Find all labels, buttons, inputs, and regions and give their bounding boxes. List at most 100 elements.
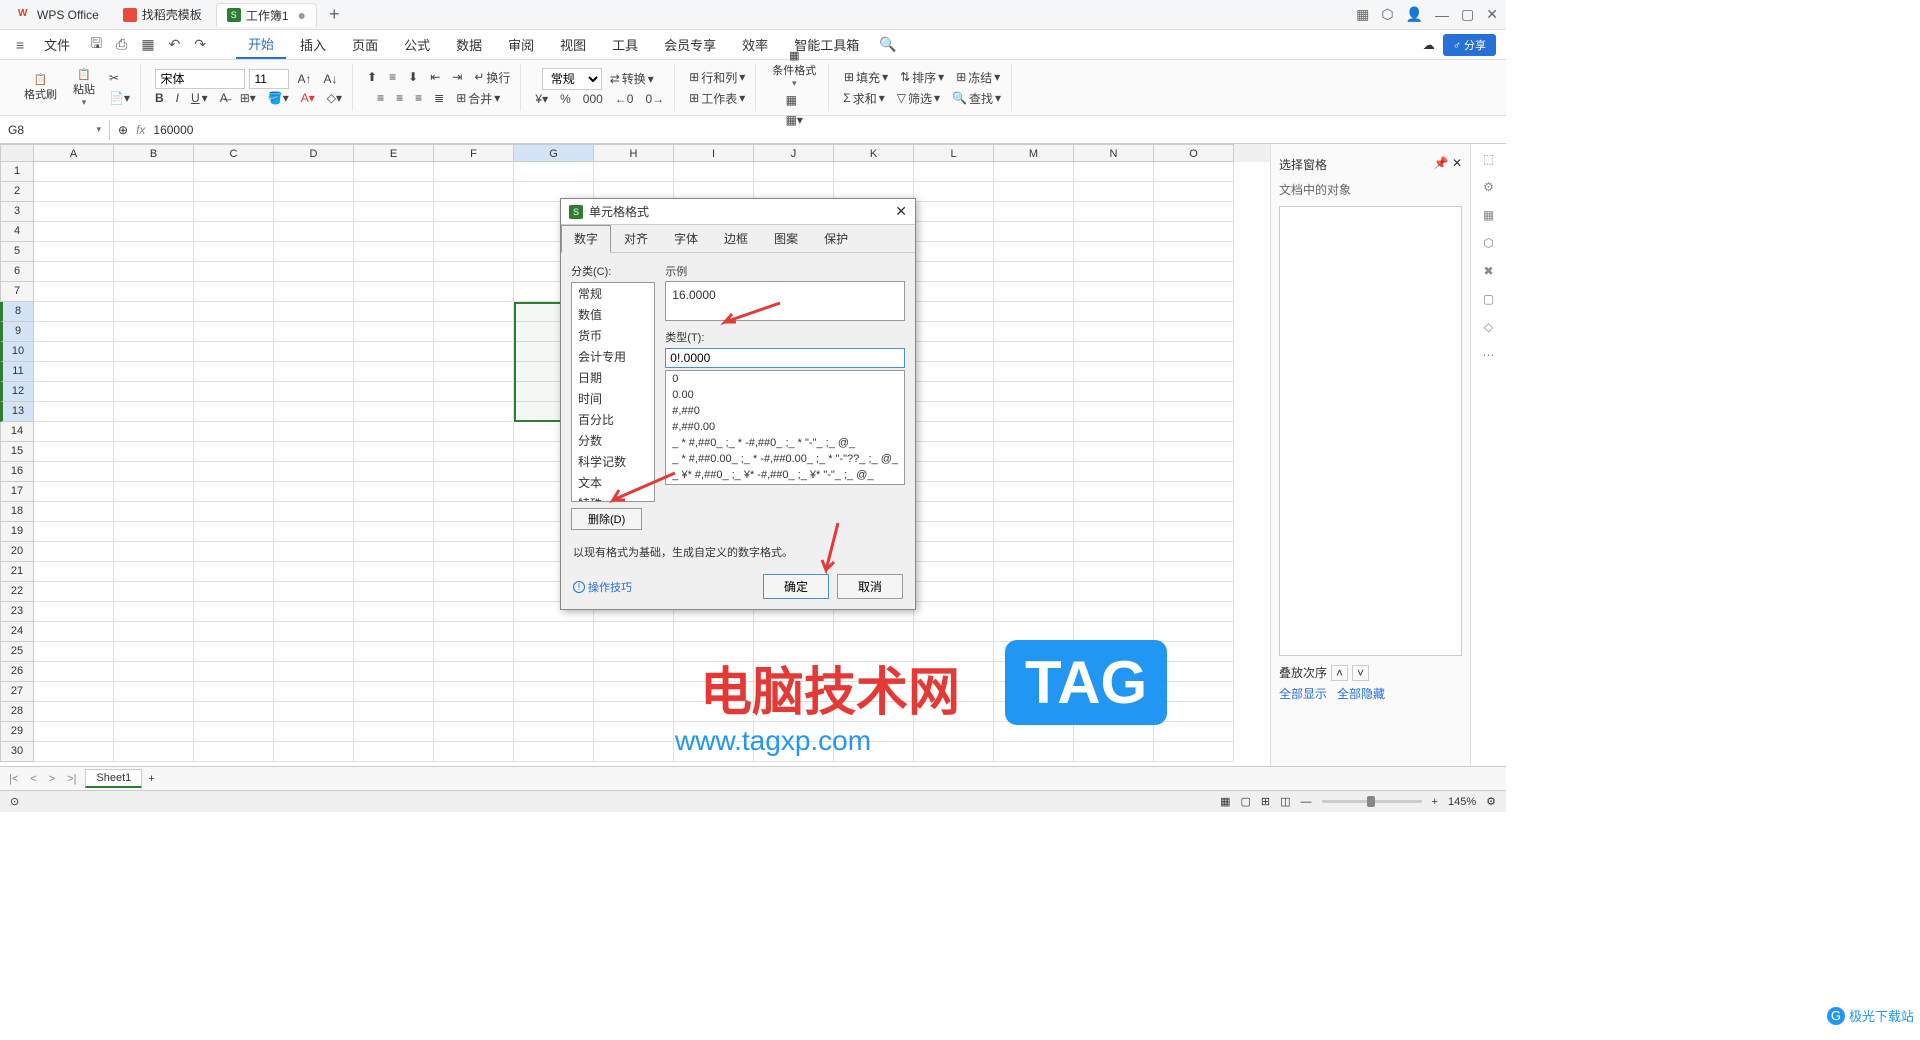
cell[interactable] [434, 562, 514, 582]
cell[interactable] [194, 162, 274, 182]
row-header[interactable]: 19 [0, 522, 34, 542]
cell[interactable] [34, 542, 114, 562]
menu-review[interactable]: 审阅 [496, 31, 546, 58]
cell[interactable] [34, 282, 114, 302]
cell[interactable] [594, 742, 674, 762]
category-item[interactable]: 货币 [572, 325, 654, 346]
cell[interactable] [434, 602, 514, 622]
cell[interactable] [1154, 742, 1234, 762]
merge-button[interactable]: ⊞ 合并▾ [452, 88, 504, 109]
col-header[interactable]: N [1074, 144, 1154, 162]
paste-button[interactable]: 📋粘贴▾ [67, 66, 101, 110]
category-item[interactable]: 会计专用 [572, 346, 654, 367]
cell[interactable] [1074, 542, 1154, 562]
cell[interactable] [114, 382, 194, 402]
cell[interactable] [274, 682, 354, 702]
cell[interactable] [274, 382, 354, 402]
cell[interactable] [114, 302, 194, 322]
cell[interactable] [354, 602, 434, 622]
cell[interactable] [1154, 462, 1234, 482]
cell[interactable] [1074, 322, 1154, 342]
col-header[interactable]: M [994, 144, 1074, 162]
cell[interactable] [114, 282, 194, 302]
cell[interactable] [594, 702, 674, 722]
cell[interactable] [594, 662, 674, 682]
cell[interactable] [114, 602, 194, 622]
cell[interactable] [914, 742, 994, 762]
cell[interactable] [1154, 502, 1234, 522]
cell[interactable] [754, 622, 834, 642]
row-header[interactable]: 14 [0, 422, 34, 442]
cell[interactable] [594, 642, 674, 662]
cell[interactable] [114, 522, 194, 542]
category-item[interactable]: 常规 [572, 283, 654, 304]
cell[interactable] [914, 382, 994, 402]
type-list-item[interactable]: _ * #,##0_ ;_ * -#,##0_ ;_ * "-"_ ;_ @_ [666, 435, 904, 451]
cell[interactable] [274, 562, 354, 582]
wrap-button[interactable]: ↵ 换行 [470, 67, 514, 88]
fx-icon[interactable]: fx [136, 123, 145, 137]
cell[interactable] [354, 482, 434, 502]
cell[interactable] [114, 182, 194, 202]
cell[interactable] [1074, 162, 1154, 182]
cell[interactable] [1074, 602, 1154, 622]
cell[interactable] [434, 202, 514, 222]
cell[interactable] [354, 622, 434, 642]
category-item[interactable]: 文本 [572, 472, 654, 493]
cell[interactable] [994, 242, 1074, 262]
row-header[interactable]: 2 [0, 182, 34, 202]
row-header[interactable]: 1 [0, 162, 34, 182]
cell[interactable] [994, 202, 1074, 222]
search-icon[interactable]: 🔍 [873, 32, 902, 57]
row-header[interactable]: 4 [0, 222, 34, 242]
col-header[interactable]: K [834, 144, 914, 162]
cell[interactable] [434, 282, 514, 302]
cell[interactable] [994, 402, 1074, 422]
dialog-close-icon[interactable]: ✕ [895, 203, 907, 220]
cell[interactable] [354, 162, 434, 182]
menu-view[interactable]: 视图 [548, 31, 598, 58]
row-header[interactable]: 10 [0, 342, 34, 362]
col-header[interactable]: E [354, 144, 434, 162]
type-list-item[interactable]: 0 [666, 371, 904, 387]
cell[interactable] [914, 322, 994, 342]
cell[interactable] [274, 362, 354, 382]
cell[interactable] [194, 202, 274, 222]
cell[interactable] [994, 342, 1074, 362]
cell[interactable] [994, 302, 1074, 322]
cell[interactable] [34, 742, 114, 762]
cell[interactable] [914, 502, 994, 522]
menu-formula[interactable]: 公式 [392, 31, 442, 58]
convert-button[interactable]: ⇄ 转换▾ [606, 68, 658, 89]
cell[interactable] [354, 562, 434, 582]
copy-icon[interactable]: 📄▾ [105, 89, 134, 107]
cell[interactable] [114, 702, 194, 722]
minimize-icon[interactable]: — [1435, 7, 1449, 23]
align-top-icon[interactable]: ⬆ [363, 68, 381, 86]
row-header[interactable]: 11 [0, 362, 34, 382]
cell[interactable] [34, 662, 114, 682]
percent-icon[interactable]: % [556, 90, 575, 108]
cell[interactable] [274, 162, 354, 182]
cell[interactable] [194, 362, 274, 382]
cell[interactable] [274, 442, 354, 462]
fill-color-icon[interactable]: 🪣▾ [264, 89, 293, 107]
pin-icon[interactable]: 📌 [1434, 156, 1449, 170]
menu-file[interactable]: 文件 [32, 31, 82, 58]
sort-button[interactable]: ⇅ 排序▾ [896, 67, 948, 88]
col-header[interactable]: I [674, 144, 754, 162]
cell[interactable] [194, 702, 274, 722]
indent-right-icon[interactable]: ⇥ [448, 68, 466, 86]
cell[interactable] [994, 482, 1074, 502]
cell[interactable] [434, 242, 514, 262]
formula-input[interactable]: 160000 [153, 123, 193, 137]
cell[interactable] [1154, 562, 1234, 582]
cell[interactable] [194, 182, 274, 202]
tab-add-button[interactable]: + [321, 4, 348, 25]
increase-font-icon[interactable]: A↑ [293, 70, 315, 88]
cell[interactable] [1154, 182, 1234, 202]
decimal-dec-icon[interactable]: 0→ [641, 90, 668, 108]
cell[interactable] [274, 642, 354, 662]
cell[interactable] [674, 622, 754, 642]
indent-left-icon[interactable]: ⇤ [426, 68, 444, 86]
